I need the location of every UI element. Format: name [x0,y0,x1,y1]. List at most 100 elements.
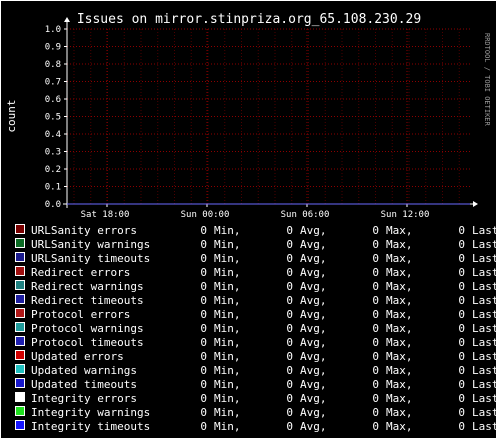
legend-value: 0 [200,238,207,251]
legend-series-name: URLSanity warnings [31,238,150,251]
legend-stat-label: Max, [386,336,413,349]
legend-stat-label: Avg, [300,364,327,377]
legend-value: 0 [458,322,465,335]
x-tick-label: Sat 18:00 [81,210,130,220]
y-tick-label: 0.9 [45,43,61,53]
legend-value: 0 [458,378,465,391]
legend-stat-label: Max, [386,322,413,335]
legend-value: 0 [372,294,379,307]
legend-value: 0 [286,350,293,363]
x-tick-label: Sun 12:00 [381,210,430,220]
legend-value: 0 [458,406,465,419]
legend-swatch [15,280,25,290]
legend-stat-label: Max, [386,364,413,377]
y-tick-label: 0.4 [45,130,61,140]
legend-value: 0 [286,308,293,321]
legend-stat-label: Last [472,350,496,363]
legend-stat-label: Max, [386,224,413,237]
legend-swatch [15,364,25,374]
legend-row: Integrity warnings 0 Min, 0 Avg, 0 Max, 0 Last [15,406,496,419]
legend-stat-label: Last [472,308,496,321]
legend-value: 0 [200,392,207,405]
y-tick-label: 0.8 [45,60,61,70]
legend-row: Protocol errors 0 Min, 0 Avg, 0 Max, 0 Last [15,308,496,321]
legend-value: 0 [200,378,207,391]
legend-stat-label: Min, [214,224,241,237]
y-tick-label: 0.0 [45,200,61,210]
legend-stat-label: Min, [214,266,241,279]
legend-series-name: Updated errors [31,350,124,363]
legend-value: 0 [286,294,293,307]
watermark: RRDTOOL / TOBI OETIKER [483,33,491,127]
legend-stat-label: Avg, [300,322,327,335]
x-tick-label: Sun 00:00 [181,210,230,220]
legend-series-name: URLSanity timeouts [31,252,150,265]
legend-value: 0 [286,378,293,391]
legend-stat-label: Last [472,392,496,405]
legend-stat-label: Avg, [300,252,327,265]
legend-row: Updated errors 0 Min, 0 Avg, 0 Max, 0 Last [15,350,496,363]
legend-swatch [15,350,25,360]
legend-value: 0 [458,280,465,293]
chart-svg: Issues on mirror.stinpriza.org_65.108.23… [5,12,496,433]
legend-stat-label: Min, [214,420,241,433]
legend-value: 0 [200,224,207,237]
legend-swatch [15,252,25,262]
legend-value: 0 [372,392,379,405]
legend-value: 0 [372,406,379,419]
legend-stat-label: Last [472,378,496,391]
legend-stat-label: Max, [386,378,413,391]
legend-stat-label: Max, [386,266,413,279]
legend-value: 0 [372,336,379,349]
y-tick-label: 1.0 [45,25,61,35]
legend-stat-label: Last [472,336,496,349]
legend-value: 0 [458,308,465,321]
legend-stat-label: Min, [214,336,241,349]
legend-value: 0 [200,294,207,307]
legend-row: Integrity timeouts 0 Min, 0 Avg, 0 Max, 0 Last [15,420,496,433]
legend-stat-label: Min, [214,252,241,265]
legend-series-name: Protocol errors [31,308,130,321]
legend-value: 0 [458,392,465,405]
legend-stat-label: Min, [214,350,241,363]
legend-swatch [15,406,25,416]
legend-stat-label: Last [472,406,496,419]
chart-title: Issues on mirror.stinpriza.org_65.108.23… [77,12,421,27]
legend-swatch [15,392,25,402]
legend-value: 0 [200,266,207,279]
legend-series-name: Updated timeouts [31,378,137,391]
legend-row: Protocol warnings 0 Min, 0 Avg, 0 Max, 0 Last [15,322,496,335]
y-axis-arrow [64,17,70,22]
legend-value: 0 [286,336,293,349]
legend-stat-label: Min, [214,392,241,405]
legend-value: 0 [458,294,465,307]
y-tick-label: 0.7 [45,78,61,88]
legend-stat-label: Max, [386,238,413,251]
y-tick-label: 0.6 [45,95,61,105]
legend-stat-label: Min, [214,280,241,293]
legend-stat-label: Min, [214,238,241,251]
legend-stat-label: Last [472,280,496,293]
legend-row: URLSanity warnings 0 Min, 0 Avg, 0 Max, 0 Last [15,238,496,251]
legend-row: URLSanity timeouts 0 Min, 0 Avg, 0 Max, 0 Last [15,252,496,265]
legend-series-name: Redirect timeouts [31,294,144,307]
legend-stat-label: Min, [214,322,241,335]
legend-swatch [15,224,25,234]
legend-stat-label: Last [472,364,496,377]
legend-stat-label: Avg, [300,266,327,279]
legend-value: 0 [372,238,379,251]
legend-value: 0 [200,336,207,349]
legend-stat-label: Last [472,322,496,335]
x-axis-arrow [473,201,478,207]
legend-series-name: Integrity timeouts [31,420,150,433]
legend-series-name: Protocol timeouts [31,336,144,349]
legend-value: 0 [372,308,379,321]
legend-stat-label: Max, [386,406,413,419]
grid-layer [67,28,470,204]
legend-series-name: Updated warnings [31,364,137,377]
legend-row: Redirect errors 0 Min, 0 Avg, 0 Max, 0 Last [15,266,496,279]
legend-stat-label: Avg, [300,420,327,433]
legend-row: Redirect timeouts 0 Min, 0 Avg, 0 Max, 0 Last [15,294,496,307]
legend-value: 0 [458,350,465,363]
legend-value: 0 [286,364,293,377]
